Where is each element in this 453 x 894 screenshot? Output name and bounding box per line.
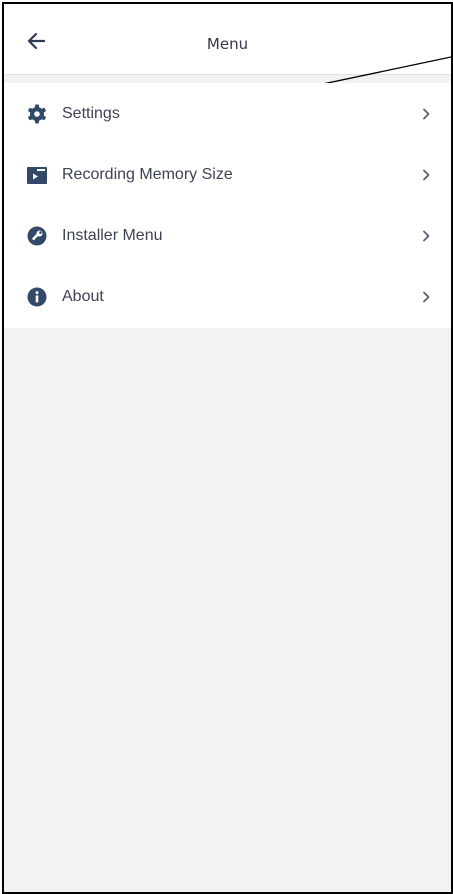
gear-icon <box>26 103 48 125</box>
wrench-icon <box>26 225 48 247</box>
menu-item-label: Settings <box>62 104 120 122</box>
menu-item-label: Installer Menu <box>62 227 163 245</box>
page-title: Menu <box>206 35 249 53</box>
info-icon <box>26 286 48 308</box>
menu-item-label: Recording Memory Size <box>62 165 233 183</box>
app-header: Menu <box>4 4 451 75</box>
back-button[interactable] <box>22 27 50 55</box>
chevron-right-icon <box>419 229 433 243</box>
menu-item-label: About <box>62 288 104 306</box>
chevron-right-icon <box>419 107 433 121</box>
menu-item-installer-menu[interactable]: Installer Menu <box>4 206 451 267</box>
menu-item-about[interactable]: About <box>4 267 451 328</box>
menu-list: Settings Recording Memory Size Installer… <box>4 83 451 328</box>
arrow-left-icon <box>27 33 45 49</box>
chevron-right-icon <box>419 168 433 182</box>
menu-item-settings[interactable]: Settings <box>4 83 451 144</box>
chevron-right-icon <box>419 290 433 304</box>
menu-item-recording-memory-size[interactable]: Recording Memory Size <box>4 144 451 205</box>
folder-play-icon <box>26 164 48 186</box>
app-screen: Menu Settings Recording Memory Size Inst… <box>2 2 453 894</box>
